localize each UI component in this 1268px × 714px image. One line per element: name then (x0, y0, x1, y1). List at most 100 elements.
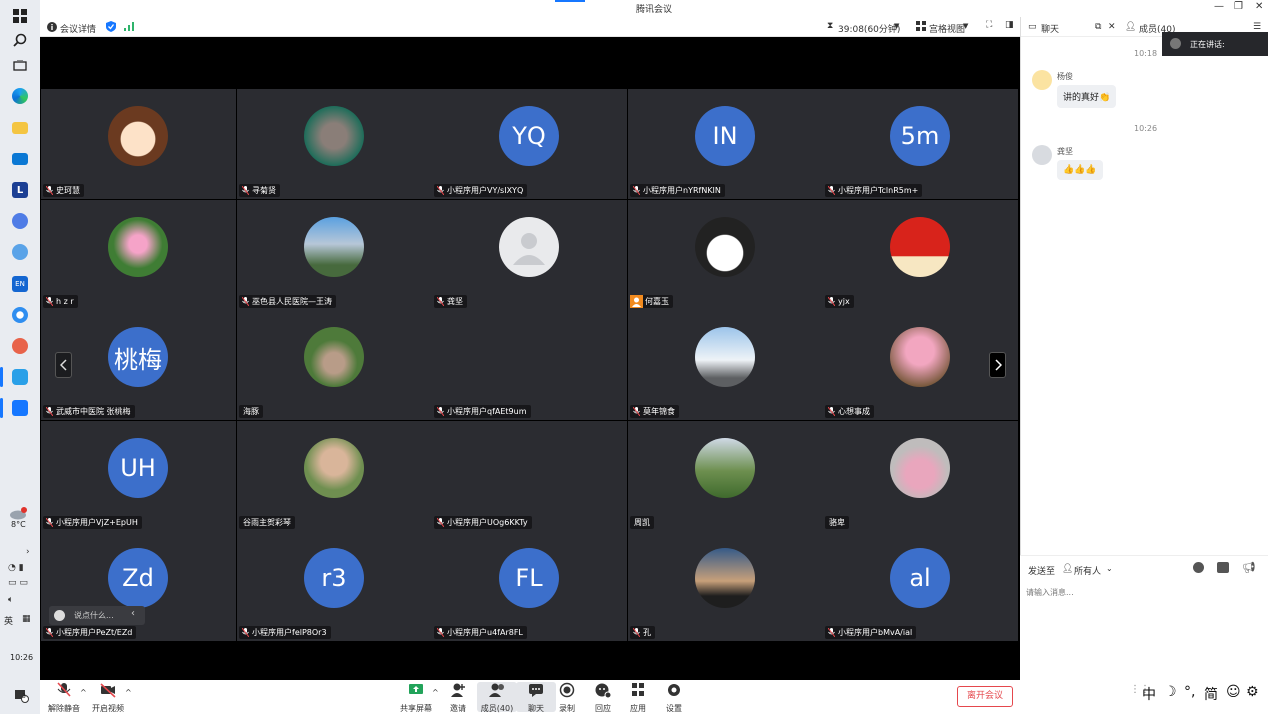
ime-emoji-icon[interactable]: ☺ (1226, 684, 1241, 700)
close-icon[interactable]: ✕ (1255, 1, 1263, 12)
display-icon[interactable]: ▭ ▭ (8, 578, 28, 588)
chevron-left-icon[interactable]: › (26, 547, 30, 557)
ime-settings-icon[interactable]: ⚙ (1246, 684, 1259, 700)
prev-page-button[interactable] (55, 352, 72, 378)
participant-tile[interactable]: h z r (41, 200, 236, 310)
participant-tile[interactable]: 何嘉玉 (628, 200, 823, 310)
meeting-timer[interactable]: 39:08(60分钟) (838, 22, 900, 35)
tencent-meeting-icon[interactable] (0, 398, 30, 418)
participant-tile[interactable]: yjx (823, 200, 1018, 310)
send-to-dropdown[interactable]: 所有人 (1074, 564, 1101, 577)
participant-tile[interactable]: IN 小程序用户nYRfNKIN (628, 89, 823, 199)
system-clock[interactable]: 10:26 (10, 653, 33, 662)
participant-tile[interactable]: 史珂慧 (41, 89, 236, 199)
notification-center-icon[interactable]: 3 (14, 688, 30, 703)
participant-avatar (499, 217, 559, 277)
participant-tile[interactable]: 巫色县人民医院—王涛 (237, 200, 432, 310)
network-icon[interactable]: ◔ ▮ (8, 563, 24, 573)
apps-button[interactable]: 应用 (618, 682, 658, 714)
participant-avatar (890, 327, 950, 387)
participant-tile[interactable]: YQ 小程序用户VY/sIXYQ (432, 89, 627, 199)
chat-message-input[interactable] (1026, 584, 1256, 600)
participant-tile[interactable]: 海豚 (237, 310, 432, 420)
participant-tile[interactable]: UH 小程序用户VjZ+EpUH (41, 421, 236, 531)
participant-tile[interactable]: 谷雨主贺彩琴 (237, 421, 432, 531)
ime-simplified[interactable]: 简 (1204, 684, 1218, 704)
settings-button[interactable]: 设置 (654, 682, 694, 714)
popout-icon[interactable]: ⧉ (1095, 22, 1101, 32)
cloud-app-icon[interactable] (10, 305, 30, 325)
info-icon[interactable] (47, 22, 57, 35)
caption-prompt[interactable]: 说点什么... ‹ (49, 606, 145, 625)
share-screen-button[interactable]: 共享屏幕 (396, 682, 436, 714)
edge-browser-icon[interactable] (10, 86, 30, 106)
task-view-icon[interactable] (10, 56, 30, 76)
reactions-button[interactable]: 回应 (583, 682, 623, 714)
collapse-icon[interactable]: ‹ (131, 608, 135, 619)
en-dictionary-icon[interactable]: EN (10, 274, 30, 294)
ime-chinese-mode[interactable]: 中 (1142, 684, 1156, 704)
sender-avatar[interactable] (1032, 70, 1052, 90)
emoji-button-icon[interactable] (1193, 562, 1204, 573)
participant-tile[interactable]: 孔 (628, 531, 823, 641)
announcement-icon[interactable]: 📢︎ (1242, 561, 1256, 574)
start-video-button[interactable]: 开启视频 (88, 682, 128, 714)
record-button[interactable]: 录制 (547, 682, 587, 714)
participant-tile[interactable]: r3 小程序用户felP8Or3 (237, 531, 432, 641)
punctuation-icon[interactable]: °, (1184, 684, 1195, 700)
browser-icon[interactable] (10, 242, 30, 262)
fullscreen-icon[interactable]: ⛶ (986, 20, 992, 30)
signal-icon[interactable] (124, 22, 134, 34)
minimize-icon[interactable]: — (1214, 1, 1224, 12)
participant-tile[interactable]: 莫年锦食 (628, 310, 823, 420)
participant-tile[interactable]: 小程序用户qfAEt9um (432, 310, 627, 420)
shield-icon[interactable] (106, 21, 116, 35)
l-app-icon[interactable]: L (10, 180, 30, 200)
weather-icon[interactable] (8, 505, 32, 520)
volume-icon[interactable]: 🔈︎ (8, 595, 13, 605)
invite-button[interactable]: 邀请 (438, 682, 478, 714)
chat-close-icon[interactable]: ✕ (1108, 22, 1116, 32)
grid-view-icon[interactable] (916, 21, 926, 34)
input-language[interactable]: 英 (4, 614, 13, 627)
members-button[interactable]: 成员(40) (477, 682, 517, 713)
emoji-icon (54, 610, 65, 621)
menu-icon[interactable]: ☰ (1253, 22, 1261, 32)
participant-tile[interactable]: 龚坚 (432, 200, 627, 310)
participant-tile[interactable]: 小程序用户UOg6KKTy (432, 421, 627, 531)
moon-icon[interactable]: ☽ (1164, 684, 1177, 700)
view-dropdown-icon[interactable]: ▼ (963, 22, 968, 30)
audio-options-chevron-icon[interactable]: ^ (80, 688, 87, 697)
tab-chat[interactable]: 聊天 (1041, 22, 1059, 35)
meeting-details-button[interactable]: 会议详情 (60, 22, 96, 35)
file-upload-icon[interactable] (1217, 562, 1229, 573)
keyboard-icon[interactable]: ▦ (22, 614, 31, 624)
participant-tile[interactable]: 5m 小程序用户TclnR5m+ (823, 89, 1018, 199)
restore-icon[interactable]: ❐ (1234, 1, 1243, 12)
video-options-chevron-icon[interactable]: ^ (125, 688, 132, 697)
music-app-icon[interactable] (10, 336, 30, 356)
send-to-chevron-icon[interactable]: ⌄ (1106, 564, 1113, 573)
participant-tile[interactable]: 寻菊贤 (237, 89, 432, 199)
timer-dropdown-icon[interactable]: ▼ (894, 22, 899, 30)
sender-avatar[interactable] (1032, 145, 1052, 165)
participant-tile[interactable]: FL 小程序用户u4fAr8FL (432, 531, 627, 641)
leave-meeting-button[interactable]: 离开会议 (957, 686, 1013, 707)
windows-start-icon[interactable] (10, 6, 30, 26)
mail-icon[interactable] (10, 149, 30, 169)
sidebar-toggle-icon[interactable]: ◨ (1005, 20, 1014, 30)
caption-prompt-text: 说点什么... (74, 611, 114, 620)
search-icon[interactable] (10, 30, 30, 50)
next-page-button[interactable] (989, 352, 1006, 378)
unmute-button[interactable]: 解除静音 (44, 682, 84, 714)
app-grid-icon[interactable] (0, 367, 30, 387)
participant-tile[interactable]: 周凯 (628, 421, 823, 531)
file-explorer-icon[interactable] (10, 118, 30, 138)
participant-name-tag: 小程序用户qfAEt9um (434, 405, 531, 418)
app-360-icon[interactable] (10, 211, 30, 231)
record-label: 录制 (559, 704, 575, 713)
participant-tile[interactable]: al 小程序用户bMvA/ial (823, 531, 1018, 641)
participant-tile[interactable]: 骆卑 (823, 421, 1018, 531)
view-mode-button[interactable]: 宫格视图 (929, 22, 965, 35)
participant-avatar (304, 217, 364, 277)
